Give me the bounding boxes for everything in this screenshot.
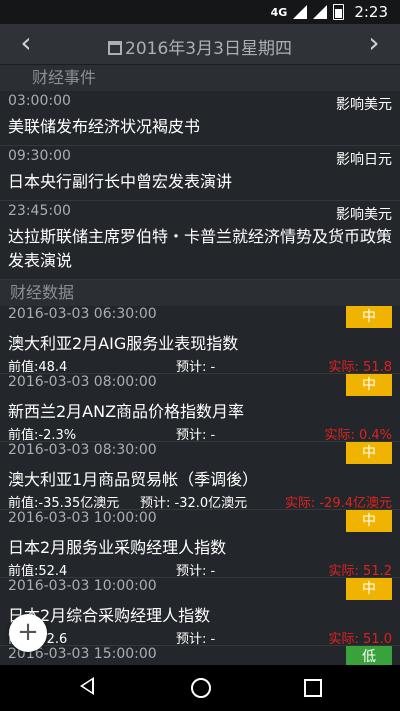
data-previous: 前值:48.4: [8, 360, 68, 375]
event-title: 达拉斯联储主席罗伯特・卡普兰就经济情势及货币政策发表演说: [8, 227, 393, 270]
calendar-icon: [108, 41, 123, 55]
data-name: 澳大利亚1月商品贸易帐（季调後）: [8, 470, 259, 489]
event-title: 日本央行副行长中曾宏发表演讲: [8, 172, 233, 191]
importance-badge: 中: [346, 374, 392, 396]
importance-badge: 低: [346, 646, 392, 665]
wifi-icon: [293, 5, 308, 19]
date-title[interactable]: 2016年3月3日星期四: [0, 34, 400, 59]
event-item[interactable]: 23:45:00 影响美元 达拉斯联储主席罗伯特・卡普兰就经济情势及货币政策发表…: [0, 201, 400, 280]
data-datetime: 2016-03-03 10:00:00: [8, 578, 157, 594]
status-bar: 4G 2:23: [0, 0, 400, 24]
add-button[interactable]: +: [9, 614, 47, 652]
event-time: 09:30:00: [8, 148, 71, 164]
data-previous: 前值:-35.35亿澳元: [8, 496, 120, 511]
back-icon[interactable]: [80, 677, 94, 695]
data-section-header: 财经数据: [0, 280, 400, 306]
data-item[interactable]: 2016-03-03 10:00:00 中 日本2月综合采购经理人指数 前值:5…: [0, 578, 400, 647]
data-previous: 前值:-2.3%: [8, 428, 77, 443]
data-datetime: 2016-03-03 08:30:00: [8, 442, 157, 458]
data-actual: 实际: 51.2: [328, 564, 392, 579]
event-impact: 影响日元: [336, 152, 392, 168]
importance-badge: 中: [346, 578, 392, 600]
data-datetime: 2016-03-03 06:30:00: [8, 306, 157, 322]
data-forecast: 预计: -32.0亿澳元: [140, 496, 248, 511]
data-name: 日本2月服务业采购经理人指数: [8, 538, 227, 557]
data-previous: 前值:52.4: [8, 564, 68, 579]
data-name: 新西兰2月ANZ商品价格指数月率: [8, 402, 245, 421]
home-icon[interactable]: [191, 678, 211, 698]
event-time: 03:00:00: [8, 93, 71, 109]
signal-icon: [313, 5, 328, 19]
data-actual: 实际: -29.4亿澳元: [284, 496, 392, 511]
data-item[interactable]: 2016-03-03 08:30:00 中 澳大利亚1月商品贸易帐（季调後） 前…: [0, 442, 400, 511]
battery-icon: [333, 4, 345, 20]
date-navigation-bar: ‹ 2016年3月3日星期四 ›: [0, 24, 400, 65]
data-actual: 实际: 51.8: [328, 360, 392, 375]
data-item[interactable]: 2016-03-03 10:00:00 中 日本2月服务业采购经理人指数 前值:…: [0, 510, 400, 579]
data-actual: 实际: 0.4%: [324, 428, 392, 443]
importance-badge: 中: [346, 442, 392, 464]
date-label: 2016年3月3日星期四: [125, 39, 292, 59]
event-item[interactable]: 03:00:00 影响美元 美联储发布经济状况褐皮书: [0, 91, 400, 146]
data-item[interactable]: 2016-03-03 08:00:00 中 新西兰2月ANZ商品价格指数月率 前…: [0, 374, 400, 443]
data-datetime: 2016-03-03 08:00:00: [8, 374, 157, 390]
data-item[interactable]: 2016-03-03 15:00:00 低: [0, 646, 400, 665]
data-forecast: 预计: -: [176, 632, 216, 647]
data-forecast: 预计: -: [176, 428, 216, 443]
status-time: 2:23: [354, 3, 388, 21]
event-title: 美联储发布经济状况褐皮书: [8, 117, 201, 136]
data-item[interactable]: 2016-03-03 06:30:00 中 澳大利亚2月AIG服务业表现指数 前…: [0, 306, 400, 375]
event-item[interactable]: 09:30:00 影响日元 日本央行副行长中曾宏发表演讲: [0, 146, 400, 201]
system-nav-bar: [0, 665, 400, 711]
events-section-header: 财经事件: [0, 65, 400, 91]
content-scroll[interactable]: 财经事件 03:00:00 影响美元 美联储发布经济状况褐皮书 09:30:00…: [0, 65, 400, 665]
data-name: 澳大利亚2月AIG服务业表现指数: [8, 334, 239, 353]
data-actual: 实际: 51.0: [328, 632, 392, 647]
event-time: 23:45:00: [8, 203, 71, 219]
data-forecast: 预计: -: [176, 360, 216, 375]
data-forecast: 预计: -: [176, 564, 216, 579]
network-type: 4G: [270, 5, 288, 19]
recent-apps-icon[interactable]: [304, 679, 322, 697]
event-impact: 影响美元: [336, 97, 392, 113]
importance-badge: 中: [346, 510, 392, 532]
event-impact: 影响美元: [336, 207, 392, 223]
importance-badge: 中: [346, 306, 392, 328]
chevron-right-icon[interactable]: ›: [360, 29, 388, 58]
data-datetime: 2016-03-03 10:00:00: [8, 510, 157, 526]
